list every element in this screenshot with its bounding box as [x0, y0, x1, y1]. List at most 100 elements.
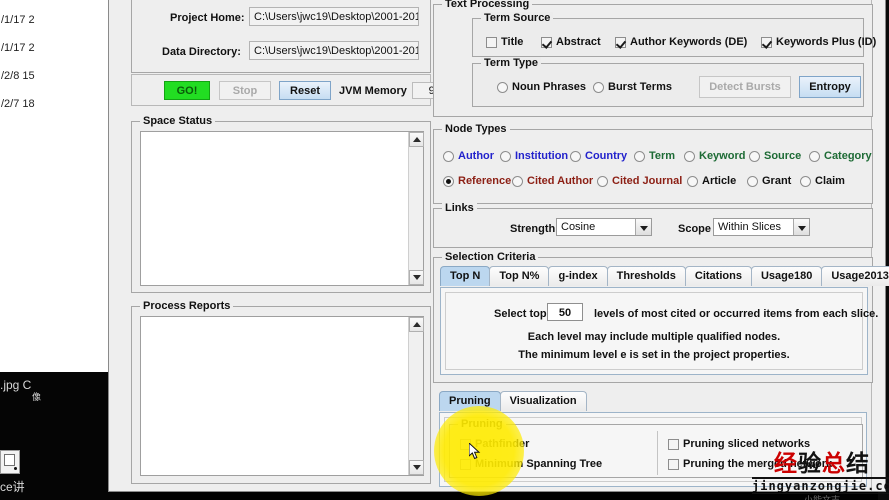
radio-label: Noun Phrases — [512, 81, 586, 93]
checkbox-keywords-plus[interactable]: Keywords Plus (ID) — [761, 36, 876, 48]
pruning-divider — [657, 431, 658, 475]
radio-category[interactable]: Category — [809, 150, 872, 162]
radio-term[interactable]: Term — [634, 150, 675, 162]
checkbox-pathfinder[interactable]: Pathfinder — [460, 438, 529, 450]
pruning-tab-panel: Pruning Pathfinder Minimum Spanning Tree — [439, 412, 867, 487]
radio-cited-author[interactable]: Cited Author — [512, 175, 593, 187]
node-types-title: Node Types — [442, 123, 510, 135]
checkbox-abstract[interactable]: Abstract — [541, 36, 601, 48]
tab-citations[interactable]: Citations — [685, 266, 752, 286]
strength-combo[interactable]: Cosine — [556, 218, 652, 236]
background-date-row: /1/17 2 — [1, 34, 120, 62]
scope-combo-value: Within Slices — [714, 221, 793, 233]
radio-label: Term — [649, 150, 675, 162]
term-type-group: Term Type Noun Phrases Burst Terms Detec… — [472, 63, 864, 107]
detect-bursts-button[interactable]: Detect Bursts — [699, 76, 791, 98]
checkbox-box-icon — [460, 459, 471, 470]
radio-cited-journal[interactable]: Cited Journal — [597, 175, 682, 187]
data-directory-input[interactable]: C:\Users\jwc19\Desktop\2001-2018CSSCIdat… — [249, 41, 419, 60]
tab-thresholds[interactable]: Thresholds — [607, 266, 686, 286]
project-home-input[interactable]: C:\Users\jwc19\Desktop\2001-2018CSSCIdat… — [249, 7, 419, 26]
tab-g-index[interactable]: g-index — [548, 266, 607, 286]
radio-reference[interactable]: Reference — [443, 175, 511, 187]
node-types-group: Node Types Author Institution Country Te… — [433, 129, 873, 204]
radio-noun-phrases[interactable]: Noun Phrases — [497, 81, 586, 93]
radio-burst-terms[interactable]: Burst Terms — [593, 81, 672, 93]
scope-label: Scope — [678, 223, 711, 235]
checkbox-pruning-merged-network[interactable]: Pruning the merged network — [668, 458, 832, 470]
radio-claim[interactable]: Claim — [800, 175, 845, 187]
radio-icon — [749, 151, 760, 162]
radio-keyword[interactable]: Keyword — [684, 150, 745, 162]
entropy-button[interactable]: Entropy — [799, 76, 861, 98]
project-fields-group: Project Home: C:\Users\jwc19\Desktop\200… — [131, 0, 431, 73]
pruning-title: Pruning — [458, 418, 506, 430]
checkbox-label: Pathfinder — [475, 438, 529, 450]
left-column: Project Home: C:\Users\jwc19\Desktop\200… — [111, 0, 439, 489]
process-reports-title: Process Reports — [140, 300, 233, 312]
radio-label: Article — [702, 175, 736, 187]
pruning-tab-content: Pruning Pathfinder Minimum Spanning Tree — [444, 417, 862, 482]
tab-usage180[interactable]: Usage180 — [751, 266, 822, 286]
scroll-down-icon[interactable] — [409, 460, 424, 475]
scope-combo[interactable]: Within Slices — [713, 218, 810, 236]
tab-top-n[interactable]: Top N — [440, 266, 490, 286]
reset-button[interactable]: Reset — [279, 81, 331, 100]
radio-checked-icon — [443, 176, 454, 187]
radio-article[interactable]: Article — [687, 175, 736, 187]
scroll-up-icon[interactable] — [409, 132, 424, 147]
radio-icon — [634, 151, 645, 162]
tab-usage2013[interactable]: Usage2013 — [821, 266, 889, 286]
chevron-down-icon[interactable] — [635, 219, 651, 235]
tab-visualization[interactable]: Visualization — [500, 391, 587, 411]
tab-pruning[interactable]: Pruning — [439, 391, 501, 411]
background-dark-label: ce讲 — [0, 478, 25, 495]
radio-label: Burst Terms — [608, 81, 672, 93]
checkbox-box-icon — [668, 459, 679, 470]
process-reports-textarea[interactable] — [140, 316, 424, 476]
space-status-scrollbar[interactable] — [408, 132, 423, 285]
checkbox-author-keywords[interactable]: Author Keywords (DE) — [615, 36, 747, 48]
radio-icon — [597, 176, 608, 187]
scroll-up-icon[interactable] — [409, 317, 424, 332]
go-button[interactable]: GO! — [164, 81, 210, 100]
criteria-tab-panel: Select top 50 levels of most cited or oc… — [440, 287, 868, 375]
strength-label: Strength — [510, 223, 555, 235]
process-reports-scrollbar[interactable] — [408, 317, 423, 475]
radio-label: Institution — [515, 150, 568, 162]
criteria-line-2: Each level may include multiple qualifie… — [446, 331, 862, 343]
space-status-group: Space Status — [131, 121, 431, 293]
checkbox-pruning-sliced-networks[interactable]: Pruning sliced networks — [668, 438, 810, 450]
scroll-down-icon[interactable] — [409, 270, 424, 285]
radio-label: Grant — [762, 175, 791, 187]
checkbox-box-icon — [668, 439, 679, 450]
radio-source[interactable]: Source — [749, 150, 801, 162]
radio-icon — [593, 82, 604, 93]
background-file-icon — [0, 450, 20, 474]
radio-institution[interactable]: Institution — [500, 150, 568, 162]
top-n-input[interactable]: 50 — [547, 303, 583, 321]
checkbox-minimum-spanning-tree[interactable]: Minimum Spanning Tree — [460, 458, 602, 470]
strength-combo-value: Cosine — [557, 221, 635, 233]
term-type-title: Term Type — [481, 57, 541, 69]
chevron-down-icon[interactable] — [793, 219, 809, 235]
text-processing-title: Text Processing — [442, 0, 532, 10]
selection-criteria-group: Selection Criteria Top N Top N% g-index … — [433, 257, 873, 383]
stop-button[interactable]: Stop — [219, 81, 271, 100]
radio-grant[interactable]: Grant — [747, 175, 791, 187]
radio-icon — [684, 151, 695, 162]
radio-label: Keyword — [699, 150, 745, 162]
background-dark-label: .jpg C — [0, 378, 31, 392]
checkbox-title[interactable]: Title — [486, 36, 523, 48]
radio-label: Reference — [458, 175, 511, 187]
tab-top-n-percent[interactable]: Top N% — [489, 266, 549, 286]
checkbox-checked-icon — [615, 37, 626, 48]
radio-icon — [443, 151, 454, 162]
radio-author[interactable]: Author — [443, 150, 494, 162]
criteria-line-3: The minimum level e is set in the projec… — [446, 349, 862, 361]
space-status-textarea[interactable] — [140, 131, 424, 286]
radio-country[interactable]: Country — [570, 150, 627, 162]
project-home-label: Project Home: — [170, 12, 245, 24]
links-title: Links — [442, 202, 477, 214]
background-date-list: /1/17 2 /1/17 2 /2/8 15 /2/7 18 — [0, 6, 120, 118]
